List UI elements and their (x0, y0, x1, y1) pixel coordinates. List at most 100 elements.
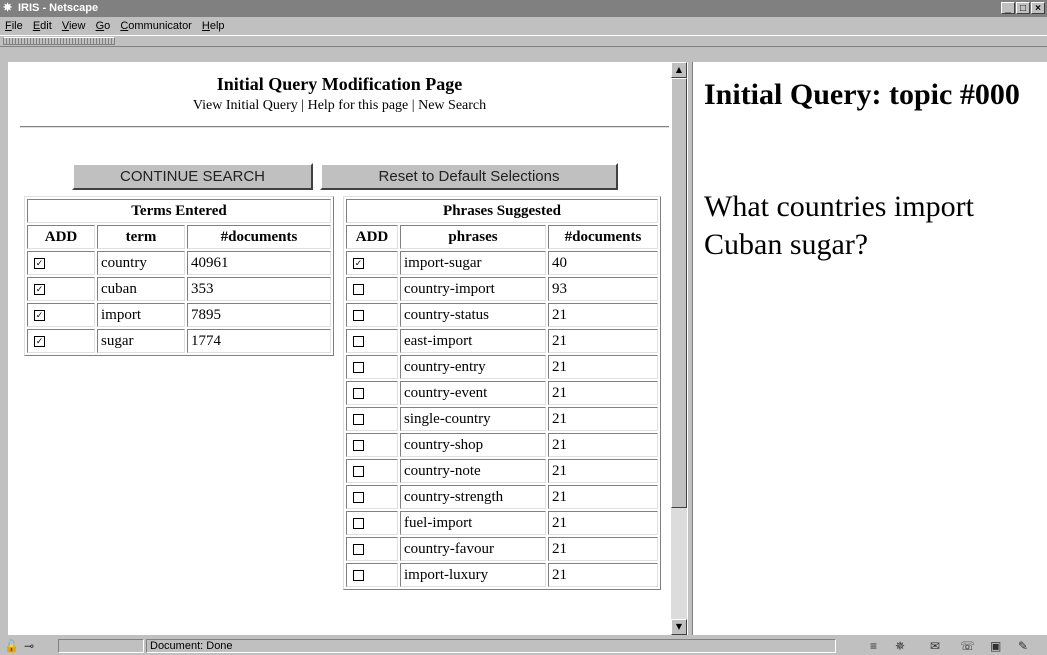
column-header: #documents (548, 225, 658, 249)
menu-help[interactable]: Help (202, 20, 225, 32)
add-cell (346, 355, 398, 379)
menu-file[interactable]: File (5, 20, 23, 32)
edit-icon[interactable]: ✎ (1018, 639, 1028, 653)
add-cell (346, 277, 398, 301)
term-cell: import (97, 303, 185, 327)
phrase-row: east-import 21 (346, 329, 658, 353)
add-checkbox[interactable]: ✓ (34, 283, 45, 295)
add-cell (346, 407, 398, 431)
progress-bar (58, 639, 144, 653)
vertical-scrollbar[interactable]: ▲ ▼ (671, 62, 687, 635)
reset-defaults-button[interactable]: Reset to Default Selections (320, 163, 618, 190)
documents-cell: 7895 (187, 303, 331, 327)
phrase-cell: country-event (400, 381, 546, 405)
add-cell: ✓ (346, 251, 398, 275)
add-cell (346, 459, 398, 483)
add-checkbox[interactable] (353, 543, 364, 555)
view-initial-query-link[interactable]: View Initial Query (193, 98, 298, 113)
add-checkbox[interactable] (353, 569, 364, 581)
add-cell (346, 381, 398, 405)
add-cell (346, 537, 398, 561)
help-link[interactable]: Help for this page (308, 98, 409, 113)
menu-view[interactable]: View (62, 20, 86, 32)
mail-icon[interactable]: ✉ (930, 639, 940, 653)
phrase-cell: import-luxury (400, 563, 546, 587)
terms-rows: ✓ country 40961 ✓ cuban 353 ✓ import 7895 ✓ sugar 1… (27, 251, 331, 353)
add-checkbox[interactable] (353, 283, 364, 295)
documents-cell: 21 (548, 303, 658, 327)
menu-communicator[interactable]: Communicator (120, 20, 192, 32)
add-cell (346, 433, 398, 457)
add-checkbox[interactable]: ✓ (34, 335, 45, 347)
modification-frame: Initial Query Modification Page View Ini… (8, 62, 671, 635)
documents-cell: 21 (548, 485, 658, 509)
navigator-icon[interactable]: ✵ (895, 639, 905, 653)
add-checkbox[interactable] (353, 439, 364, 451)
page-title: Initial Query Modification Page (216, 74, 463, 94)
documents-cell: 40 (548, 251, 658, 275)
terms-caption: Terms Entered (27, 199, 331, 223)
phrase-row: fuel-import 21 (346, 511, 658, 535)
column-header: phrases (400, 225, 546, 249)
phrase-cell: country-shop (400, 433, 546, 457)
close-button[interactable]: × (1031, 2, 1045, 14)
documents-cell: 21 (548, 537, 658, 561)
documents-cell: 21 (548, 381, 658, 405)
phrase-cell: country-favour (400, 537, 546, 561)
add-checkbox[interactable] (353, 465, 364, 477)
nav-separator: | (408, 98, 419, 113)
phrases-caption: Phrases Suggested (346, 199, 658, 223)
term-row: ✓ cuban 353 (27, 277, 331, 301)
phrases-rows: ✓ import-sugar 40 country-import 93 country-s… (346, 251, 658, 587)
continue-search-button[interactable]: CONTINUE SEARCH (72, 163, 313, 190)
discussion-icon[interactable]: ☏ (960, 639, 975, 653)
initial-query-frame: Initial Query: topic #000 What countries… (693, 62, 1047, 635)
column-header: #documents (187, 225, 331, 249)
add-checkbox[interactable]: ✓ (353, 257, 364, 269)
composer-icon[interactable]: ▣ (990, 639, 1001, 653)
add-checkbox[interactable] (353, 387, 364, 399)
nav-separator: | (297, 98, 308, 113)
phrase-cell: country-strength (400, 485, 546, 509)
title-bar: ✵ IRIS - Netscape _ □ × (0, 0, 1047, 17)
documents-cell: 21 (548, 511, 658, 535)
add-checkbox[interactable] (353, 361, 364, 373)
security-icon[interactable]: 🔓 (4, 639, 19, 653)
documents-cell: 353 (187, 277, 331, 301)
add-checkbox[interactable] (353, 335, 364, 347)
add-cell (346, 329, 398, 353)
status-panel (146, 639, 836, 653)
phrase-cell: single-country (400, 407, 546, 431)
phrase-row: country-import 93 (346, 277, 658, 301)
menu-edit[interactable]: Edit (33, 20, 52, 32)
phrase-row: country-entry 21 (346, 355, 658, 379)
scroll-thumb[interactable] (671, 78, 687, 508)
minimize-button[interactable]: _ (1001, 2, 1015, 14)
menu-bar: File Edit View Go Communicator Help (0, 17, 1047, 35)
phrase-row: ✓ import-sugar 40 (346, 251, 658, 275)
add-checkbox[interactable] (353, 309, 364, 321)
documents-cell: 21 (548, 329, 658, 353)
column-header: ADD (27, 225, 95, 249)
add-checkbox[interactable] (353, 413, 364, 425)
menu-go[interactable]: Go (96, 20, 111, 32)
documents-cell: 93 (548, 277, 658, 301)
phrase-cell: fuel-import (400, 511, 546, 535)
collapsed-toolbar-tabs[interactable] (3, 37, 115, 45)
add-cell (346, 485, 398, 509)
add-cell (346, 563, 398, 587)
term-row: ✓ sugar 1774 (27, 329, 331, 353)
nav-links: View Initial Query | Help for this page … (8, 98, 671, 114)
maximize-button[interactable]: □ (1016, 2, 1030, 14)
phrase-cell: country-status (400, 303, 546, 327)
add-checkbox[interactable] (353, 517, 364, 529)
browser-window: ✵ IRIS - Netscape _ □ × File Edit View G… (0, 0, 1047, 655)
add-cell: ✓ (27, 251, 95, 275)
scroll-down-icon[interactable]: ▼ (671, 619, 687, 635)
scroll-up-icon[interactable]: ▲ (671, 62, 687, 78)
add-checkbox[interactable]: ✓ (34, 309, 45, 321)
add-checkbox[interactable]: ✓ (34, 257, 45, 269)
add-checkbox[interactable] (353, 491, 364, 503)
add-cell (346, 303, 398, 327)
new-search-link[interactable]: New Search (418, 98, 486, 113)
